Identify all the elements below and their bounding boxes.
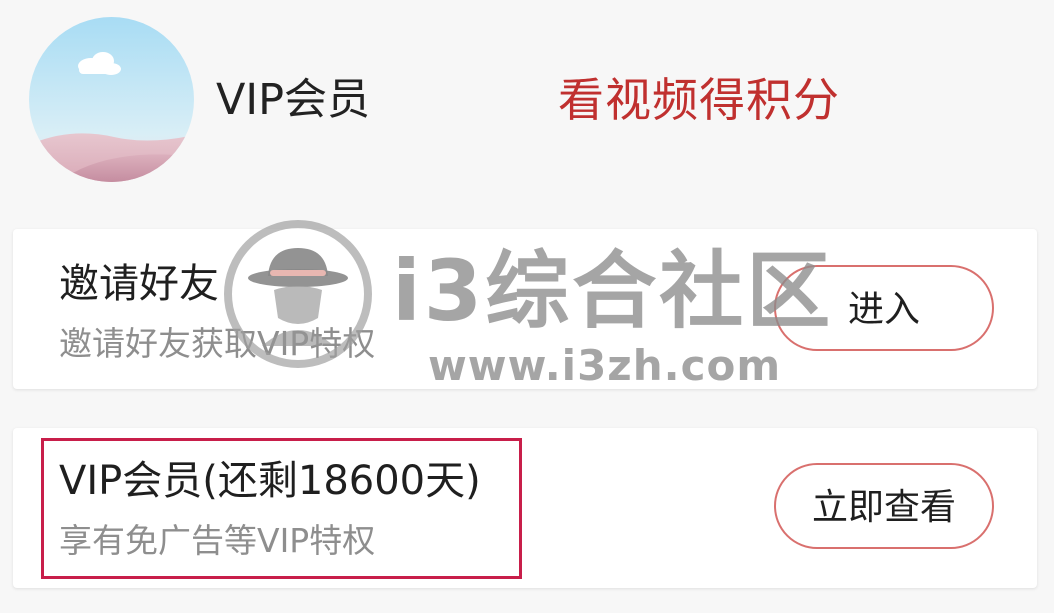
watermark-url: www.i3zh.com bbox=[428, 341, 782, 390]
watermark-site-name: i3综合社区 bbox=[392, 242, 834, 340]
hat-mascot-logo-icon bbox=[222, 218, 374, 370]
highlight-box bbox=[41, 438, 522, 579]
invite-friends-title: 邀请好友 bbox=[59, 261, 219, 307]
page-title: VIP会员 bbox=[216, 75, 371, 125]
avatar-image bbox=[29, 17, 194, 182]
watch-video-earn-points-link[interactable]: 看视频得积分 bbox=[558, 70, 840, 130]
view-now-button[interactable]: 立即查看 bbox=[774, 463, 994, 549]
avatar[interactable] bbox=[29, 17, 194, 182]
